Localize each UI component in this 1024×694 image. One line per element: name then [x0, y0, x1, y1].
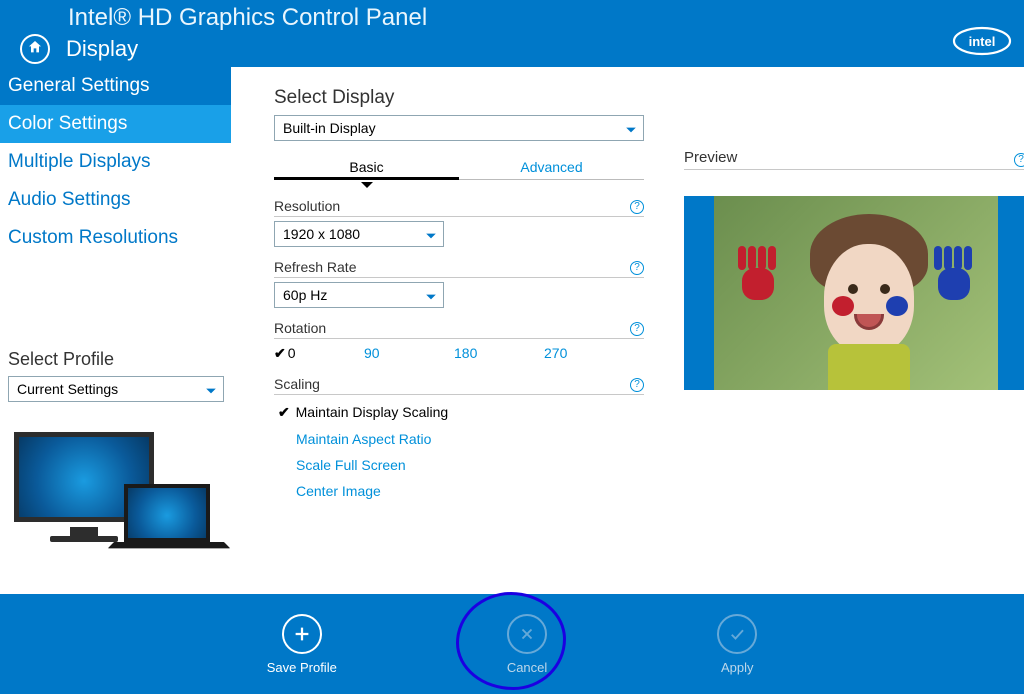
sidebar-item-audio-settings[interactable]: Audio Settings	[0, 181, 231, 219]
help-icon[interactable]: ?	[630, 261, 644, 275]
save-profile-button[interactable]: Save Profile	[267, 614, 337, 675]
check-icon	[717, 614, 757, 654]
sidebar-item-general-settings[interactable]: General Settings	[0, 67, 231, 105]
tab-basic[interactable]: Basic	[274, 159, 459, 179]
cancel-button[interactable]: Cancel	[507, 614, 547, 675]
sidebar-item-multiple-displays[interactable]: Multiple Displays	[0, 143, 231, 181]
mode-tabs: Basic Advanced	[274, 159, 644, 180]
select-display-label: Select Display	[274, 87, 644, 109]
sidebar-item-custom-resolutions[interactable]: Custom Resolutions	[0, 219, 231, 257]
help-icon[interactable]: ?	[1014, 153, 1024, 167]
app-header: Intel® HD Graphics Control Panel Display…	[0, 0, 1024, 67]
section-title: Display	[66, 36, 138, 62]
svg-text:intel: intel	[969, 34, 996, 49]
home-button[interactable]	[20, 34, 50, 64]
scaling-option-maintain-aspect[interactable]: Maintain Aspect Ratio	[278, 426, 644, 452]
help-icon[interactable]: ?	[630, 378, 644, 392]
display-select-value: Built-in Display	[283, 120, 376, 136]
scaling-option-maintain-display[interactable]: ✔ Maintain Display Scaling	[278, 399, 644, 426]
resolution-select[interactable]: 1920 x 1080	[274, 221, 444, 247]
chevron-down-icon	[425, 229, 437, 245]
refresh-select[interactable]: 60p Hz	[274, 282, 444, 308]
app-title: Intel® HD Graphics Control Panel	[0, 0, 1024, 32]
sidebar-item-color-settings[interactable]: Color Settings	[0, 105, 231, 143]
close-icon	[507, 614, 547, 654]
intel-logo: intel	[952, 26, 1012, 61]
chevron-down-icon	[205, 384, 217, 400]
scaling-option-scale-full[interactable]: Scale Full Screen	[278, 452, 644, 478]
help-icon[interactable]: ?	[630, 200, 644, 214]
display-select[interactable]: Built-in Display	[274, 115, 644, 141]
scaling-label: Scaling ?	[274, 376, 644, 395]
rotation-option-0[interactable]: ✔0	[274, 345, 364, 362]
refresh-value: 60p Hz	[283, 287, 327, 303]
tab-advanced[interactable]: Advanced	[459, 159, 644, 179]
select-profile-label: Select Profile	[0, 349, 231, 376]
apply-button[interactable]: Apply	[717, 614, 757, 675]
footer: Save Profile Cancel Apply	[0, 594, 1024, 694]
chevron-down-icon	[425, 290, 437, 306]
help-icon[interactable]: ?	[630, 322, 644, 336]
rotation-option-180[interactable]: 180	[454, 345, 544, 362]
rotation-option-90[interactable]: 90	[364, 345, 454, 362]
resolution-value: 1920 x 1080	[283, 226, 360, 242]
home-icon	[27, 39, 43, 60]
chevron-down-icon	[625, 123, 637, 139]
preview-label: Preview ?	[684, 149, 1024, 170]
preview-image	[684, 196, 1024, 390]
scaling-option-center-image[interactable]: Center Image	[278, 478, 644, 504]
resolution-label: Resolution ?	[274, 198, 644, 217]
profile-select[interactable]: Current Settings	[8, 376, 224, 402]
sidebar: General Settings Color Settings Multiple…	[0, 67, 232, 594]
refresh-rate-label: Refresh Rate ?	[274, 259, 644, 278]
devices-illustration	[14, 432, 214, 562]
profile-select-value: Current Settings	[17, 381, 118, 397]
rotation-label: Rotation ?	[274, 320, 644, 339]
plus-icon	[282, 614, 322, 654]
rotation-option-270[interactable]: 270	[544, 345, 634, 362]
